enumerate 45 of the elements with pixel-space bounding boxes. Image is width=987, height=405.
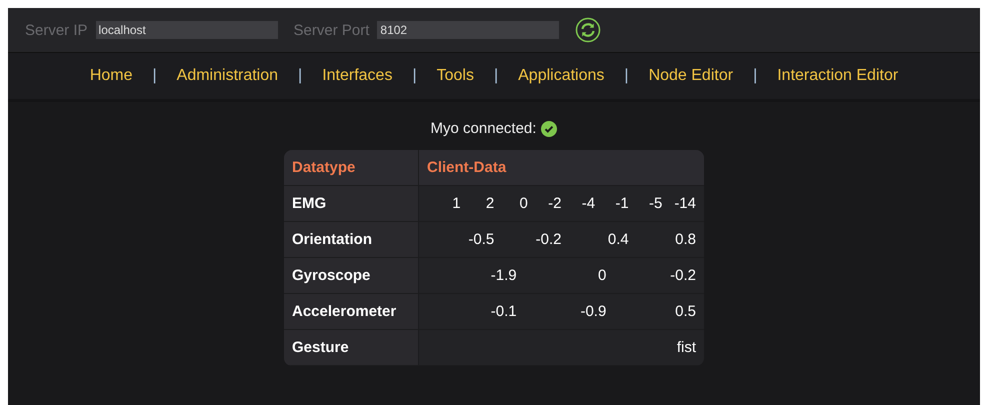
table-cell-text: 0.8	[674, 231, 696, 248]
nav-separator: |	[412, 67, 417, 85]
table-cell-text: 1	[451, 195, 461, 212]
table-cell-text: -5	[648, 195, 662, 212]
table-cell-text: -0.2	[534, 231, 562, 248]
table-cell-text: -0.9	[579, 303, 606, 320]
table-cell-text: -0.5	[467, 231, 494, 248]
nav-separator: |	[753, 67, 758, 85]
table-cell-text: -0.2	[669, 267, 696, 284]
nav-link[interactable]: Interaction Editor	[777, 67, 898, 85]
row-label: Gesture	[284, 330, 418, 366]
server-ip-label: Server IP	[25, 22, 88, 38]
row-label: Orientation	[284, 222, 418, 258]
table-cell-text: -1.9	[490, 267, 517, 284]
column-header: Datatype	[284, 150, 418, 186]
table-cell-text: -2	[547, 195, 562, 212]
server-port-field[interactable]: 8102	[377, 21, 560, 39]
nav-separator: |	[152, 67, 157, 85]
server-ip-field[interactable]: localhost	[96, 21, 278, 39]
row-label: EMG	[284, 186, 418, 222]
nav-link[interactable]: Tools	[436, 67, 474, 85]
table-cell-text: -14	[673, 195, 696, 212]
nav-link[interactable]: Interfaces	[322, 67, 392, 85]
table-cell-text: -4	[580, 195, 596, 212]
nav-link[interactable]: Administration	[176, 67, 278, 85]
table-cell-text: fist	[676, 339, 696, 356]
server-port-label: Server Port	[294, 22, 370, 38]
table-cell-text: -0.1	[490, 303, 517, 320]
table-cell-text: 2	[484, 195, 494, 212]
nav-link[interactable]: Applications	[518, 67, 604, 85]
nav-link[interactable]: Home	[90, 67, 132, 85]
nav-separator: |	[298, 67, 302, 85]
table-cell-text: 0.5	[674, 303, 696, 320]
refresh-icon[interactable]	[575, 17, 602, 43]
table-cell-text: 0.4	[606, 231, 629, 248]
table-cell-text: 0	[596, 267, 606, 284]
status-text: Myo connected:	[430, 120, 536, 137]
table-cell-text: 0	[518, 195, 528, 212]
column-header: Client-Data	[418, 150, 704, 186]
row-label: Accelerometer	[284, 294, 418, 330]
nav-separator: |	[624, 67, 629, 85]
nav-link[interactable]: Node Editor	[648, 67, 734, 85]
nav-separator: |	[494, 67, 498, 85]
table-cell-text: -1	[614, 195, 629, 212]
row-label: Gyroscope	[284, 258, 418, 294]
